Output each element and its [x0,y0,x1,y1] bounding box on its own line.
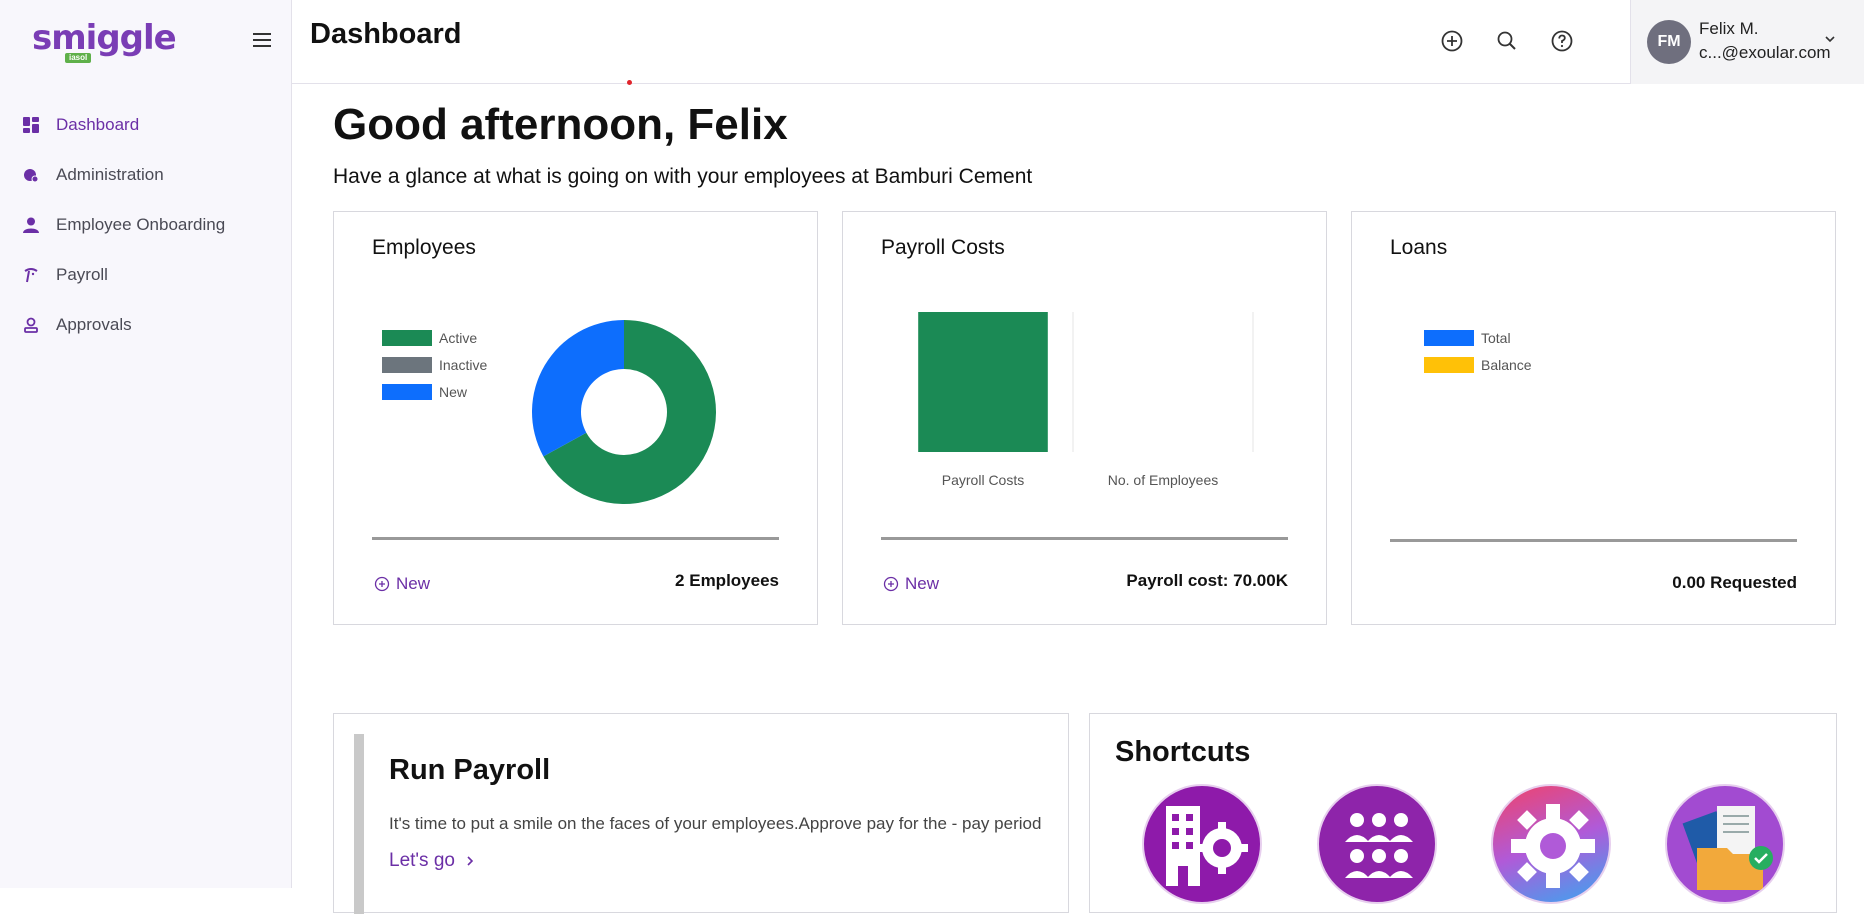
user-email: c...@exoular.com [1699,43,1831,62]
legend-swatch [382,356,432,373]
legend-swatch [382,383,432,400]
settings-gear-icon[interactable] [1491,784,1611,904]
notification-dot [627,80,632,85]
legend-label: Total [1481,329,1511,346]
card-divider [881,537,1288,540]
run-payroll-title: Run Payroll [389,754,551,786]
greeting-subtitle: Have a glance at what is going on with y… [333,165,1033,188]
bar-payroll-costs[interactable] [918,312,1048,452]
lets-go-link[interactable]: Let's go [389,850,475,872]
legend-item[interactable]: Inactive [382,351,487,378]
sidebar: smiggle iasol Dashboard Administration E… [0,0,292,888]
payroll-bar-chart [918,312,1254,452]
card-divider [1390,539,1797,542]
sidebar-item-label: Employee Onboarding [56,215,226,234]
employees-donut-chart [532,320,716,504]
employees-card: Employees Active Inactive New New 2 Empl… [333,211,818,625]
avatar: FM [1647,20,1691,64]
plus-circle-icon [374,576,390,592]
legend-label: Balance [1481,356,1532,373]
plus-circle-icon [883,576,899,592]
legend-item[interactable]: Active [382,324,487,351]
shortcuts-card: Shortcuts [1089,713,1837,913]
donut-slice-new[interactable] [532,320,624,457]
user-name: Felix M. [1699,19,1759,38]
logo-wordmark: smiggle [32,18,177,58]
sidebar-item-dashboard[interactable]: Dashboard [0,100,292,150]
user-profile-menu[interactable]: FM Felix M. c...@exoular.com [1630,0,1864,84]
sidebar-item-label: Approvals [56,315,132,334]
approval-user-icon [22,316,40,334]
chevron-down-icon [1823,32,1837,46]
legend-label: New [439,383,468,400]
run-payroll-card: Run Payroll It's time to put a smile on … [333,713,1069,914]
x-tick-label: Payroll Costs [941,472,1025,488]
logo-tag: iasol [65,53,92,63]
card-divider [372,537,779,540]
legend-swatch [1424,329,1474,346]
new-link-label: New [905,574,940,593]
plus-circle-icon[interactable] [1439,28,1465,54]
shortcuts-title: Shortcuts [1115,736,1251,768]
card-title: Employees [372,236,476,259]
legend-label: Active [439,329,478,346]
legend-swatch [382,329,432,346]
page-title: Dashboard [310,18,462,50]
sidebar-item-payroll[interactable]: Payroll [0,250,292,300]
sidebar-nav: Dashboard Administration Employee Onboar… [0,100,292,350]
new-payroll-link[interactable]: New [883,574,939,594]
company-settings-icon[interactable] [1142,784,1262,904]
legend-item[interactable]: Total [1424,324,1532,351]
payroll-costs-card: Payroll Costs New Payroll cost: 70.00K P… [842,211,1327,625]
lets-go-label: Let's go [389,850,455,871]
app-logo[interactable]: smiggle iasol [32,18,177,64]
payroll-wave-icon [22,266,40,284]
chevron-right-icon [467,856,474,866]
documents-approved-icon[interactable] [1665,784,1785,904]
greeting-heading: Good afternoon, Felix [333,100,788,149]
payroll-cost-summary: Payroll cost: 70.00K [1126,571,1288,590]
legend-label: Inactive [439,356,488,373]
chart-legend: Active Inactive New [382,324,487,405]
search-icon[interactable] [1494,28,1520,54]
legend-swatch [1424,356,1474,373]
admin-shield-icon [22,166,40,184]
x-tick-label: No. of Employees [1107,472,1219,488]
new-link-label: New [396,574,431,593]
legend-item[interactable]: Balance [1424,351,1532,378]
sidebar-item-approvals[interactable]: Approvals [0,300,292,350]
sidebar-item-label: Dashboard [56,115,140,134]
card-title: Payroll Costs [881,236,1005,259]
employees-group-icon[interactable] [1317,784,1437,904]
menu-toggle-icon[interactable] [250,30,274,50]
chart-legend: Total Balance [1424,324,1532,378]
legend-item[interactable]: New [382,378,487,405]
accent-bar [354,734,364,914]
employees-count: 2 Employees [675,571,779,590]
top-header: Dashboard FM Felix M. c...@exoular.com [292,0,1864,85]
sidebar-item-label: Payroll [56,265,108,284]
sidebar-item-label: Administration [56,165,164,184]
new-employee-link[interactable]: New [374,574,430,594]
user-icon [22,216,40,234]
loans-requested-summary: 0.00 Requested [1672,573,1797,592]
sidebar-item-employee-onboarding[interactable]: Employee Onboarding [0,200,292,250]
dashboard-grid-icon [22,116,40,134]
help-icon[interactable] [1549,28,1575,54]
sidebar-item-administration[interactable]: Administration [0,150,292,200]
loans-card: Loans Total Balance 0.00 Requested [1351,211,1836,625]
card-title: Loans [1390,236,1448,259]
run-payroll-description: It's time to put a smile on the faces of… [389,814,1042,833]
